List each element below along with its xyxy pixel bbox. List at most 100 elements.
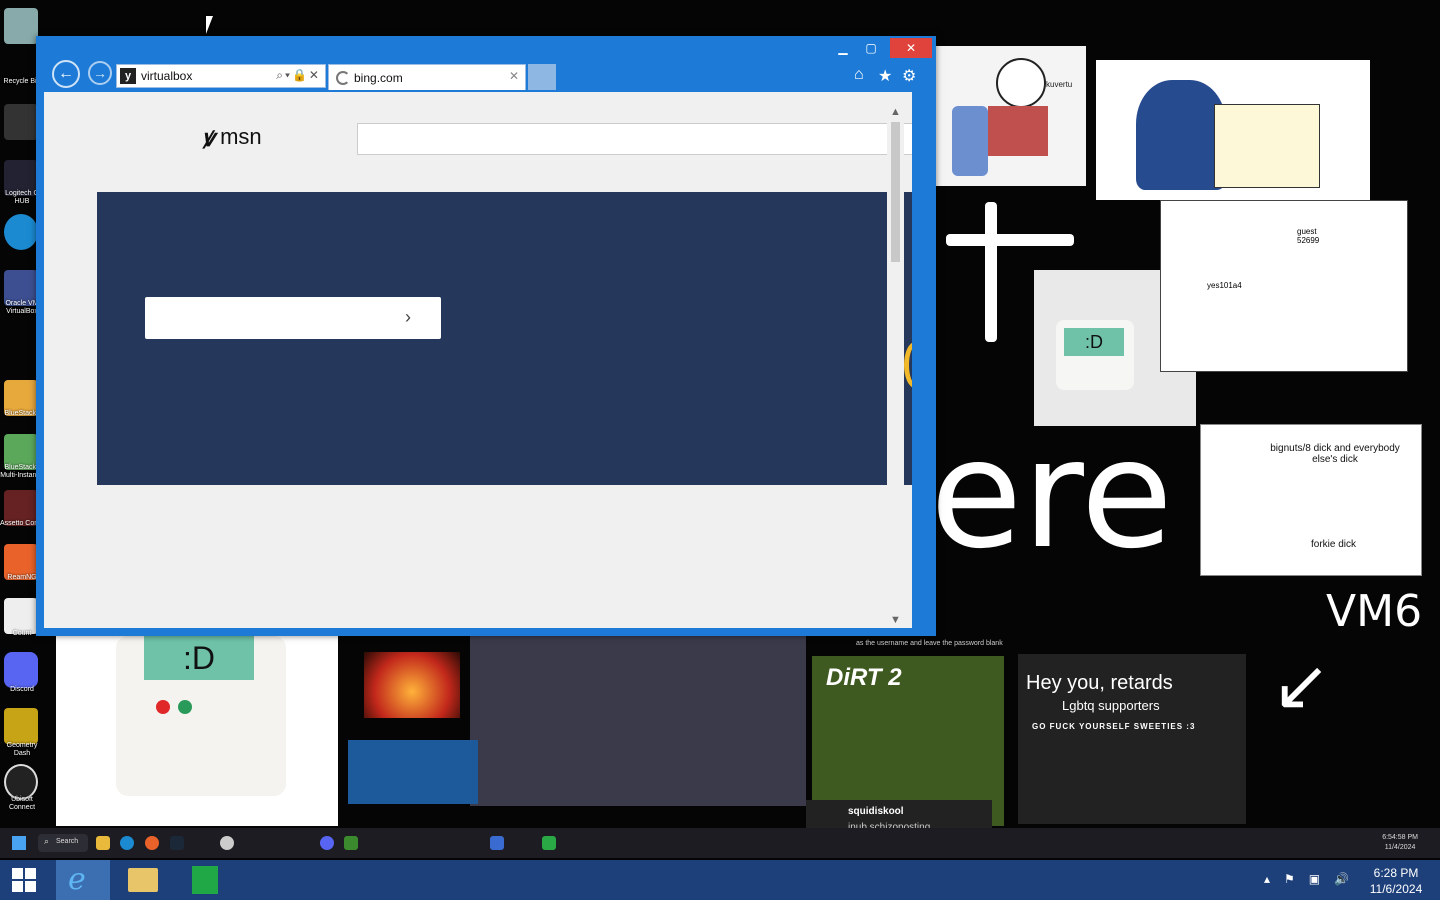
settings-gear-icon[interactable]: ⚙: [902, 66, 916, 86]
cartoon-panel: kuvertu: [936, 46, 1086, 186]
search-input[interactable]: [357, 123, 912, 155]
discord-icon[interactable]: [4, 652, 38, 688]
volume-icon[interactable]: 🔊: [1334, 872, 1363, 886]
forward-button[interactable]: →: [88, 61, 112, 85]
hero-banner: ›: [97, 192, 912, 485]
inner-taskbar: ⌕ Search: [0, 828, 1440, 858]
hey-you-panel: Hey you, retards Lgbtq supporters GO FUC…: [1018, 654, 1246, 824]
loading-spinner-icon: [336, 71, 350, 85]
note-panel: bignuts/8 dick and everybody else's dick…: [1200, 424, 1422, 576]
clock-date: 11/6/2024: [1369, 882, 1423, 896]
arrow-doodle: ↙: [1272, 646, 1331, 724]
site-favicon-icon: y: [120, 68, 136, 84]
bignuts-note: bignuts/8 dick and everybody else's dick: [1270, 443, 1400, 465]
sketch-panel: guest 52699 yes101a4: [1160, 200, 1408, 372]
plush-face-large: :D: [144, 636, 254, 680]
page-viewport: ꝟ msn › ▲ ▼: [44, 92, 912, 628]
desktop-icon-label: Discord: [10, 686, 34, 693]
tip-text: as the username and leave the password b…: [856, 640, 1003, 647]
inner-date: 11/4/2024: [1384, 844, 1416, 851]
vertical-scrollbar[interactable]: ▲ ▼: [887, 92, 904, 628]
favorites-star-icon[interactable]: ★: [878, 66, 892, 86]
inner-chrome-icon[interactable]: [220, 836, 234, 850]
windows-logo-icon: [12, 881, 23, 892]
taskbar-store-button[interactable]: [178, 860, 232, 900]
inner-start-icon[interactable]: [12, 836, 26, 850]
taskbar-ie-button[interactable]: e: [56, 860, 110, 900]
tab-title: bing.com: [354, 71, 403, 85]
home-icon[interactable]: ⌂: [854, 66, 864, 84]
scroll-down-icon[interactable]: ▼: [887, 612, 904, 628]
msn-logo[interactable]: ꝟ msn: [202, 122, 262, 152]
count-icon[interactable]: [4, 598, 38, 634]
hero-input[interactable]: ›: [145, 297, 441, 339]
show-hidden-icon[interactable]: ▴: [1264, 872, 1284, 886]
address-bar[interactable]: y virtualbox ⌕▾🔒✕: [116, 64, 326, 88]
inner-edge-icon[interactable]: [120, 836, 134, 850]
taskbar-explorer-button[interactable]: [116, 860, 170, 900]
plush-face: :D: [1064, 328, 1124, 356]
store-icon: [192, 866, 218, 894]
explosion-image: [364, 652, 460, 718]
new-tab-button[interactable]: [528, 64, 556, 90]
windows-logo-icon: [25, 868, 36, 879]
inner-clock: 6:54:58 PM 11/4/2024: [1382, 833, 1418, 853]
paint-stroke: [985, 202, 997, 342]
desktop-icon-label: Geometry Dash: [6, 742, 38, 757]
inner-search-icon: ⌕: [44, 836, 50, 846]
paint-stroke: [946, 234, 1074, 246]
tab-bing[interactable]: bing.com ✕: [328, 64, 526, 90]
desktop-icon-label: Ubisoft Connect: [8, 796, 36, 811]
msn-butterfly-icon: ꝟ: [202, 124, 215, 152]
big-paint-word: ere: [930, 408, 1173, 582]
close-button[interactable]: ✕: [890, 38, 932, 58]
edge-icon[interactable]: [4, 214, 38, 250]
inner-firefox-icon[interactable]: [145, 836, 159, 850]
inner-search[interactable]: ⌕ Search: [38, 834, 88, 852]
hey-sub: Lgbtq supporters: [1062, 698, 1160, 713]
browser-titlebar[interactable]: ▁ ▢ ✕ ← → y virtualbox ⌕▾🔒✕ bing.com ✕ ⌂…: [36, 36, 936, 92]
cat-drawing-panel: [1096, 60, 1370, 200]
msn-wordmark: msn: [220, 124, 262, 149]
ie-icon: e: [68, 862, 86, 897]
network-icon[interactable]: ▣: [1309, 872, 1334, 886]
epic-games-icon[interactable]: [4, 104, 38, 140]
start-button[interactable]: [0, 860, 50, 900]
clock-time: 6:28 PM: [1373, 866, 1419, 880]
folder-icon: [128, 868, 158, 892]
recycle-bin-icon[interactable]: [4, 8, 38, 44]
hero-arrow-icon[interactable]: ›: [405, 307, 411, 328]
inner-explorer-icon[interactable]: [96, 836, 110, 850]
windows-logo-icon: [12, 868, 23, 879]
inner-steam-icon[interactable]: [170, 836, 184, 850]
hero-decoration: [904, 342, 912, 388]
address-text[interactable]: virtualbox: [141, 69, 192, 83]
inner-app-icon[interactable]: [542, 836, 556, 850]
tab-close-icon[interactable]: ✕: [509, 69, 519, 83]
geometry-dash-icon[interactable]: [4, 708, 38, 744]
system-tray[interactable]: ▴⚑▣🔊: [1264, 872, 1363, 886]
windows-logo-icon: [25, 881, 36, 892]
blue-car-image: [348, 740, 478, 804]
inner-app-icon[interactable]: [490, 836, 504, 850]
inner-discord-icon[interactable]: [320, 836, 334, 850]
address-tools[interactable]: ⌕▾🔒✕: [276, 68, 321, 83]
guest-tag: guest 52699: [1297, 227, 1320, 245]
chat-username: squidiskool: [848, 806, 904, 817]
back-button[interactable]: ←: [52, 60, 80, 88]
scroll-thumb[interactable]: [891, 122, 900, 262]
yes-tag: yes101a4: [1207, 281, 1242, 290]
forkie-note: forkie dick: [1311, 539, 1357, 550]
ubisoft-icon[interactable]: [4, 764, 38, 800]
maximize-button[interactable]: ▢: [860, 38, 882, 58]
inner-search-label: Search: [56, 838, 79, 845]
taskbar-clock[interactable]: 6:28 PM 11/6/2024: [1364, 865, 1428, 897]
scroll-up-icon[interactable]: ▲: [887, 104, 904, 120]
plush-photo-large: :D: [56, 636, 338, 826]
cartoon-name: kuvertu: [1046, 80, 1073, 89]
inner-minecraft-icon[interactable]: [344, 836, 358, 850]
inner-time: 6:54:58 PM: [1382, 834, 1418, 841]
mouse-cursor: [206, 16, 213, 34]
minimize-button[interactable]: ▁: [832, 38, 854, 58]
flag-icon[interactable]: ⚑: [1284, 872, 1309, 886]
